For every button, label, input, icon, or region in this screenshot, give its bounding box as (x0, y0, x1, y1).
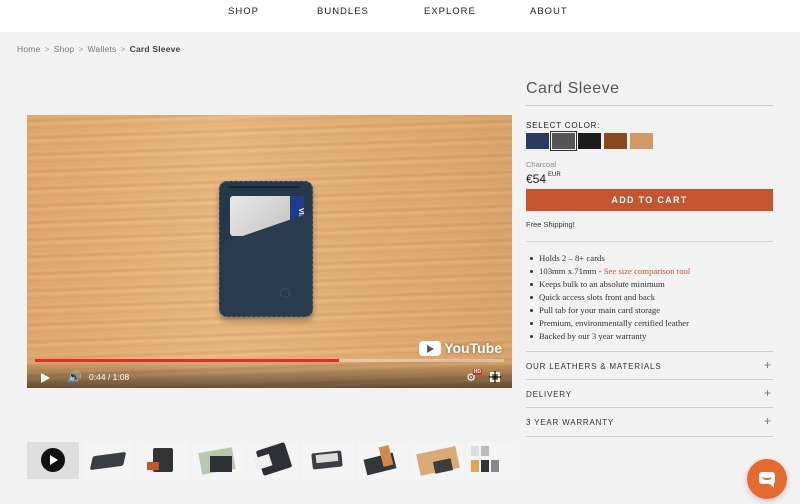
play-circle-icon (41, 448, 65, 472)
volume-icon[interactable]: 🔊 (67, 370, 82, 384)
play-button[interactable] (41, 373, 50, 383)
thumbnail-video[interactable] (27, 442, 79, 479)
chat-button[interactable] (747, 459, 787, 499)
nav-shop[interactable]: SHOP (228, 6, 259, 17)
color-swatch-navy[interactable] (526, 133, 549, 149)
accordion-leathers-materials[interactable]: OUR LEATHERS & MATERIALS + (526, 351, 773, 379)
thumbnail-image[interactable] (192, 442, 244, 479)
feature-list: Holds 2 – 8+ cards 103mm x 71mm - See si… (530, 252, 690, 343)
selected-color-name: Charcoal (526, 160, 557, 169)
breadcrumb-separator: > (44, 44, 50, 54)
divider (526, 105, 773, 106)
color-grid-thumbnail-graphic (471, 446, 479, 456)
select-color-label: SELECT COLOR: (526, 121, 601, 130)
breadcrumb-separator: > (78, 44, 84, 54)
youtube-logo[interactable]: YouTube (419, 340, 502, 356)
accordion-label: DELIVERY (526, 390, 572, 399)
price-amount: €54 (526, 172, 547, 186)
breadcrumb: Home > Shop > Wallets > Card Sleeve (17, 44, 180, 54)
price-currency: EUR (548, 172, 561, 178)
color-swatch-black[interactable] (578, 133, 601, 149)
top-navigation: SHOP BUNDLES EXPLORE ABOUT (0, 0, 800, 32)
thumbnail-image[interactable] (412, 442, 464, 479)
feature-item: Quick access slots front and back (530, 291, 690, 304)
free-shipping-note: Free Shipping! (526, 220, 575, 229)
wallet-logo-icon (280, 288, 290, 298)
thumbnail-image[interactable] (137, 442, 189, 479)
accordion-delivery[interactable]: DELIVERY + (526, 379, 773, 407)
color-grid-thumbnail-graphic (481, 460, 489, 472)
color-grid-thumbnail-graphic (471, 460, 479, 472)
color-grid-thumbnail-graphic (481, 446, 489, 456)
feature-item: Premium, environmentally certified leath… (530, 317, 690, 330)
feature-item: Keeps bulk to an absolute minimum (530, 278, 690, 291)
product-price: €54 EUR (526, 172, 561, 186)
add-to-cart-button[interactable]: ADD TO CART (526, 189, 773, 211)
breadcrumb-shop[interactable]: Shop (54, 44, 75, 54)
chat-bubble-icon (759, 472, 775, 488)
youtube-play-icon (419, 340, 442, 356)
accordion-label: OUR LEATHERS & MATERIALS (526, 362, 662, 371)
breadcrumb-current: Card Sleeve (129, 44, 181, 54)
wallet-thumbnail-graphic (89, 451, 127, 471)
color-grid-thumbnail-graphic (491, 460, 499, 472)
tab-thumbnail-graphic (147, 462, 159, 470)
feature-item: Holds 2 – 8+ cards (530, 252, 690, 265)
thumbnail-image[interactable] (302, 442, 354, 479)
fullscreen-icon[interactable] (489, 371, 501, 383)
breadcrumb-separator: > (120, 44, 126, 54)
feature-item: 103mm x 71mm - See size comparison tool (530, 265, 690, 278)
color-swatch-cocoa[interactable] (604, 133, 627, 149)
breadcrumb-wallets[interactable]: Wallets (87, 44, 116, 54)
wallet-slot (228, 186, 300, 194)
wallet-thumbnail-graphic (210, 456, 232, 472)
color-swatch-tan[interactable] (630, 133, 653, 149)
color-swatch-charcoal[interactable] (550, 131, 577, 151)
nav-bundles[interactable]: BUNDLES (317, 6, 369, 17)
product-video-player[interactable]: VISA YouTube 🔊 0:44 / 1:08 ⚙ HD (27, 115, 512, 388)
nav-explore[interactable]: EXPLORE (424, 6, 476, 17)
youtube-wordmark: YouTube (444, 340, 502, 356)
video-controls: 🔊 0:44 / 1:08 ⚙ HD (27, 360, 512, 388)
feature-item: Backed by our 3 year warranty (530, 330, 690, 343)
wallet-image: VISA (219, 181, 313, 317)
hd-badge: HD (472, 369, 482, 375)
thumbnail-image[interactable] (82, 442, 134, 479)
plus-icon: + (763, 358, 771, 372)
size-comparison-link[interactable]: See size comparison tool (604, 266, 691, 276)
thumbnail-image[interactable] (467, 442, 519, 479)
product-title: Card Sleeve (526, 80, 620, 97)
thumbnail-image[interactable] (357, 442, 409, 479)
color-swatch-list (526, 131, 653, 151)
thumbnail-image[interactable] (247, 442, 299, 479)
accordion-warranty[interactable]: 3 YEAR WARRANTY + (526, 407, 773, 435)
divider (526, 241, 773, 242)
breadcrumb-home[interactable]: Home (17, 44, 40, 54)
accordion-label: 3 YEAR WARRANTY (526, 418, 615, 427)
thumbnail-strip (27, 442, 519, 479)
plus-icon: + (763, 414, 771, 428)
feature-item: Pull tab for your main card storage (530, 304, 690, 317)
divider (526, 436, 773, 437)
video-time: 0:44 / 1:08 (89, 372, 130, 382)
plus-icon: + (763, 386, 771, 400)
wallet-thumbnail-graphic (432, 458, 454, 474)
nav-about[interactable]: ABOUT (530, 6, 568, 17)
